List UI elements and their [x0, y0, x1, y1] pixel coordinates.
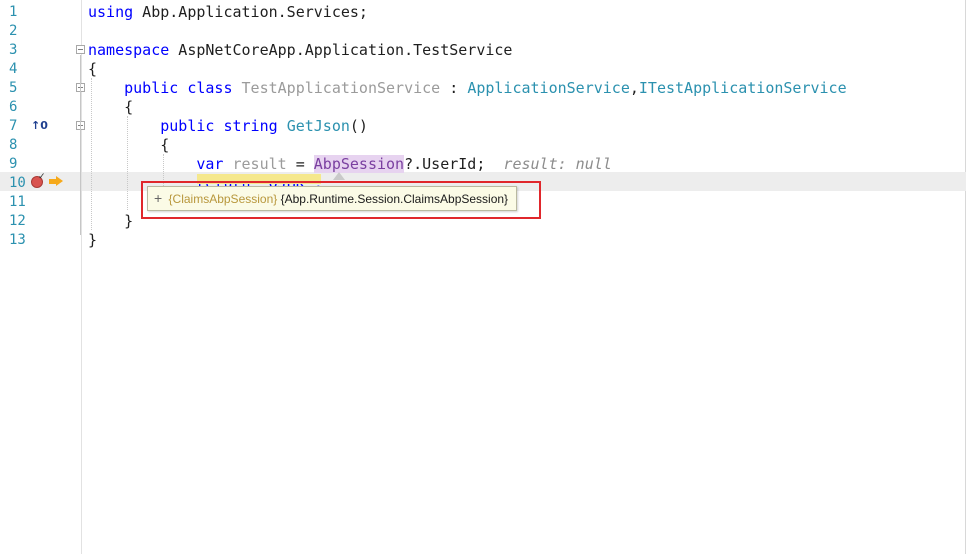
code-token: AspNetCoreApp.Application.TestService [169, 41, 513, 59]
expand-icon[interactable]: + [154, 190, 162, 206]
line-number: 4 [9, 61, 18, 77]
code-text: { [88, 60, 97, 79]
code-line[interactable]: 7 public string GetJson() [0, 116, 966, 135]
code-token: } [88, 231, 98, 249]
code-token: GetJson [286, 117, 350, 135]
line-number: 3 [9, 42, 18, 58]
code-line[interactable]: 13} [0, 230, 966, 249]
datatip-value[interactable]: {Abp.Runtime.Session.ClaimsAbpSession} [281, 192, 508, 206]
line-number: 9 [9, 156, 18, 172]
line-number: 7 [9, 118, 18, 134]
code-line[interactable]: 9 var result = AbpSession?.UserId; resul… [0, 154, 966, 173]
line-number: 6 [9, 99, 18, 115]
code-token: () [349, 117, 368, 135]
code-text: { [88, 136, 169, 155]
code-token: result: null [485, 155, 612, 173]
code-line[interactable]: 2 [0, 21, 966, 40]
code-text: { [88, 98, 133, 117]
code-text: public string GetJson() [88, 117, 368, 136]
code-token: result [232, 155, 287, 173]
datatip-name: {ClaimsAbpSession} [168, 192, 278, 206]
line-number: 12 [9, 213, 26, 229]
codelens-reference-icon[interactable]: ↑0 [31, 119, 48, 132]
tooltip-caret [333, 172, 345, 180]
code-text: using Abp.Application.Services; [88, 3, 368, 22]
code-token: { [88, 60, 98, 78]
code-token: , [629, 79, 639, 97]
line-number: 1 [9, 4, 18, 20]
code-token: TestApplicationService [241, 79, 441, 97]
code-line[interactable]: 5 public class TestApplicationService : … [0, 78, 966, 97]
code-editor[interactable]: 1 using Abp.Application.Services; 2 3 namesp… [0, 0, 966, 554]
code-token: = [286, 155, 314, 173]
code-text: var result = AbpSession?.UserId; result:… [88, 155, 612, 174]
code-line[interactable]: 8 { [0, 135, 966, 154]
code-text: namespace AspNetCoreApp.Application.Test… [88, 41, 512, 60]
line-number: 8 [9, 137, 18, 153]
code-token: ?.UserId; [404, 155, 486, 173]
code-line[interactable]: 6 { [0, 97, 966, 116]
datatip[interactable]: + {ClaimsAbpSession} {Abp.Runtime.Sessio… [147, 186, 518, 211]
code-token: AbpSession [313, 155, 405, 173]
code-line[interactable]: 1 using Abp.Application.Services; [0, 2, 966, 21]
line-number: 2 [9, 23, 18, 39]
line-number: 11 [9, 194, 26, 210]
code-token: } [88, 212, 134, 230]
code-token: namespace [88, 41, 170, 59]
code-token: ApplicationService [467, 79, 630, 97]
code-token: public string [88, 117, 287, 135]
code-token: { [88, 136, 170, 154]
code-token: var [88, 155, 233, 173]
code-token: using [88, 3, 134, 21]
breakpoint-check-icon: ✓ [38, 172, 46, 182]
code-token: { [88, 98, 134, 116]
code-token: public class [88, 79, 242, 97]
code-text: } [88, 212, 133, 231]
code-token: Abp.Application.Services; [133, 3, 368, 21]
line-number: 10 [9, 175, 26, 191]
code-text: public class TestApplicationService : Ap… [88, 79, 847, 98]
code-line[interactable]: 3 namespace AspNetCoreApp.Application.Tes… [0, 40, 966, 59]
code-line[interactable]: 4{ [0, 59, 966, 78]
code-text: } [88, 231, 97, 250]
code-token: : [440, 79, 468, 97]
line-number: 5 [9, 80, 18, 96]
line-number: 13 [9, 232, 26, 248]
code-token: ITestApplicationService [638, 79, 847, 97]
